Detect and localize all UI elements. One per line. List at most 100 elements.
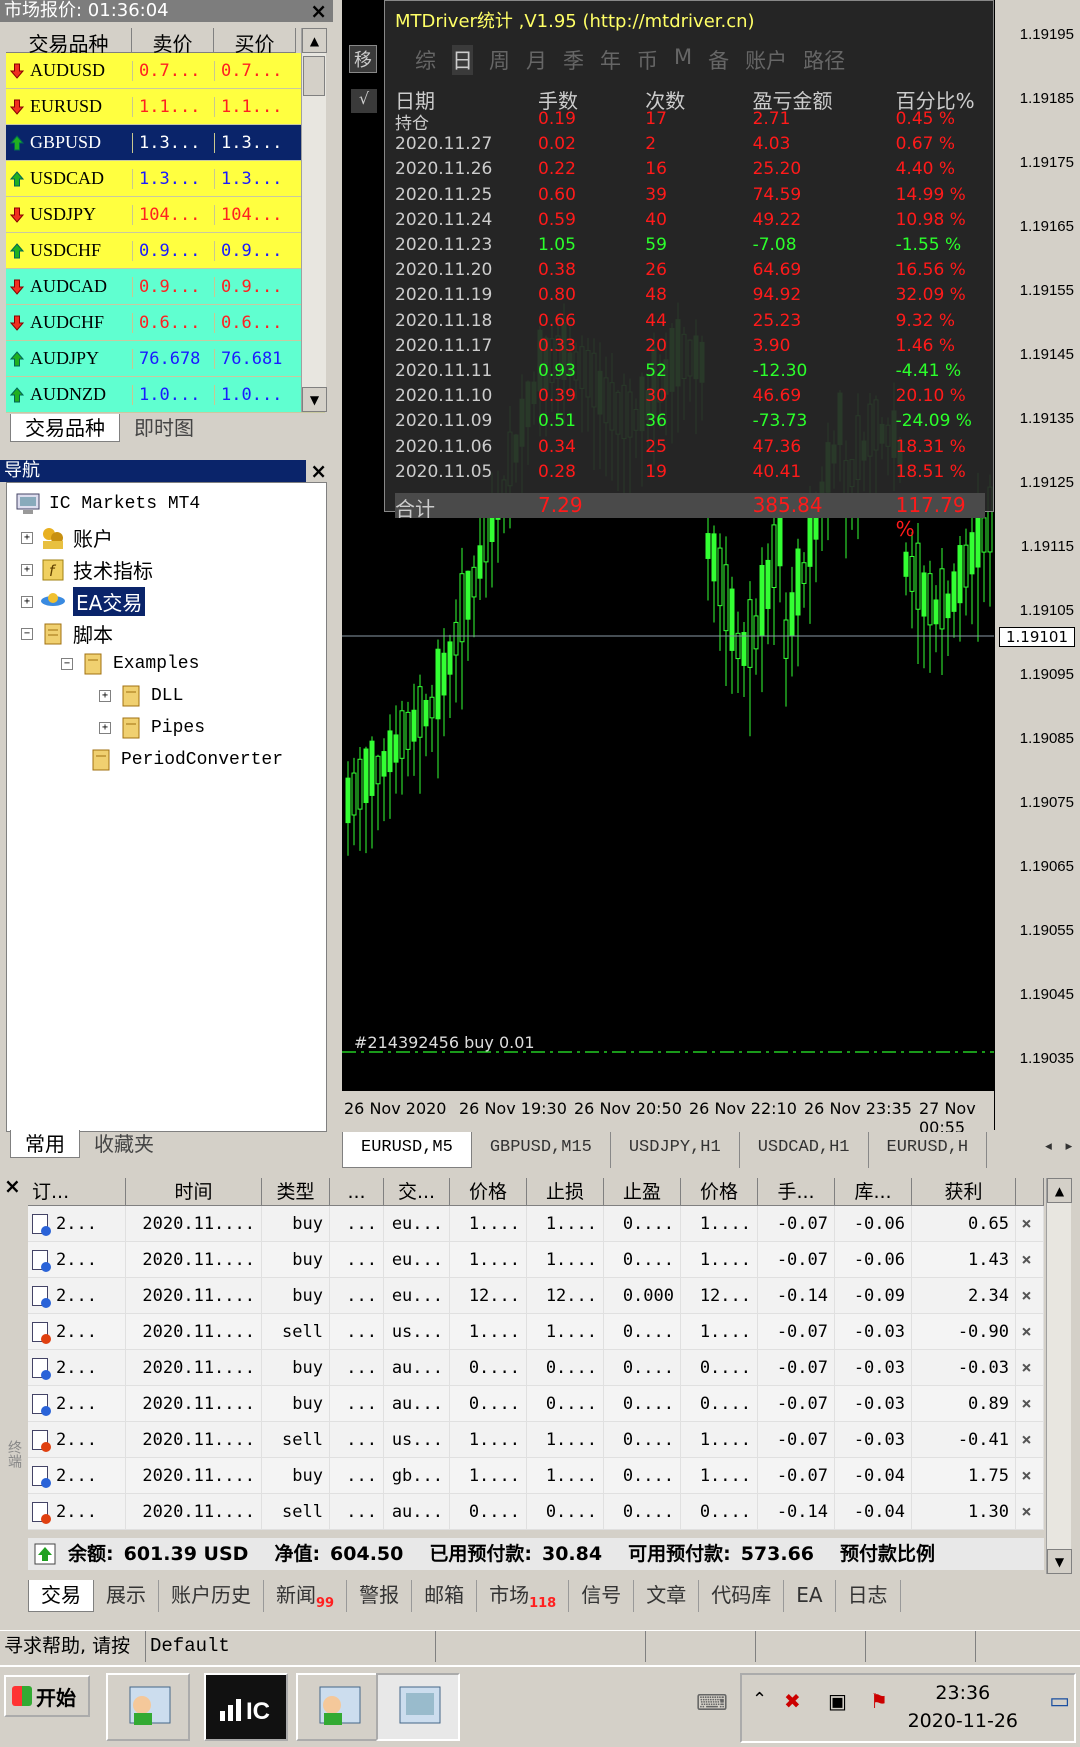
market-watch-row[interactable]: AUDCAD 0.9... 0.9... — [6, 269, 325, 305]
trade-col-header[interactable]: 库... — [835, 1178, 912, 1206]
trade-col-header[interactable]: 交... — [384, 1178, 450, 1206]
close-order-icon[interactable]: × — [1016, 1241, 1044, 1278]
collapse-icon[interactable]: − — [21, 627, 33, 640]
market-watch-row[interactable]: USDJPY 104... 104... — [6, 197, 325, 233]
trade-row[interactable]: 2... 2020.11.... buy... eu... 1.... 1.... 0...… — [28, 1241, 1044, 1278]
trade-col-header[interactable]: 时间 — [126, 1178, 262, 1206]
market-watch-row[interactable]: EURUSD 1.1... 1.1... — [6, 89, 325, 125]
expand-icon[interactable]: + — [21, 531, 33, 544]
tree-item-examples[interactable]: − Examples — [61, 651, 199, 677]
chart-tab[interactable]: USDCAD,H1 — [740, 1132, 869, 1168]
close-order-icon[interactable]: × — [1016, 1493, 1044, 1530]
trade-col-header[interactable]: 订... — [28, 1178, 126, 1206]
close-order-icon[interactable]: × — [1016, 1457, 1044, 1494]
period-tab[interactable]: 账户 — [745, 45, 787, 75]
period-tab[interactable]: 年 — [600, 45, 621, 75]
close-order-icon[interactable]: × — [1016, 1385, 1044, 1422]
period-tab[interactable]: M — [674, 45, 692, 75]
close-icon[interactable]: × — [310, 460, 327, 482]
close-order-icon[interactable]: × — [1016, 1421, 1044, 1458]
trade-col-header[interactable]: 止损 — [527, 1178, 604, 1206]
scroll-thumb[interactable] — [303, 56, 325, 96]
trade-col-header[interactable]: 价格 — [450, 1178, 527, 1206]
tree-item-expert-advisors[interactable]: + EA交易 — [21, 587, 146, 616]
market-watch-row[interactable]: USDCHF 0.9... 0.9... — [6, 233, 325, 269]
market-watch-row[interactable]: AUDCHF 0.6... 0.6... — [6, 305, 325, 341]
tree-item-period-converter[interactable]: PeriodConverter — [87, 747, 283, 773]
move-button[interactable]: 移 — [349, 45, 377, 73]
trade-col-header[interactable]: 止盈 — [604, 1178, 681, 1206]
scroll-up-icon[interactable]: ▲ — [302, 28, 327, 53]
period-tab[interactable]: 季 — [563, 45, 584, 75]
tab-common[interactable]: 常用 — [10, 1130, 80, 1158]
terminal-tab[interactable]: 展示 — [94, 1580, 159, 1612]
terminal-tab[interactable]: 市场118 — [477, 1580, 570, 1612]
terminal-tab[interactable]: EA — [784, 1580, 836, 1612]
market-watch-row[interactable]: AUDJPY 76.678 76.681 — [6, 341, 325, 377]
period-tab[interactable]: 备 — [708, 45, 729, 75]
expand-icon[interactable]: + — [99, 690, 111, 702]
terminal-tab[interactable]: 账户历史 — [159, 1580, 264, 1612]
period-tab[interactable]: 综 — [415, 45, 436, 75]
trade-col-header[interactable]: 获利 — [912, 1178, 1016, 1206]
trade-row[interactable]: 2... 2020.11.... buy... eu... 12... 12... 0.00… — [28, 1277, 1044, 1314]
keyboard-icon[interactable]: ⌨ — [696, 1691, 728, 1716]
trade-col-header[interactable]: 类型 — [262, 1178, 330, 1206]
period-tab[interactable]: 日 — [452, 45, 473, 75]
terminal-tab[interactable]: 信号 — [569, 1580, 635, 1612]
trade-row[interactable]: 2... 2020.11.... buy... gb... 1.... 1.... 0...… — [28, 1457, 1044, 1494]
volume-muted-icon[interactable]: ✖ — [784, 1689, 801, 1713]
terminal-scrollbar[interactable]: ▲ ▼ — [1046, 1178, 1072, 1574]
close-icon[interactable]: × — [310, 0, 327, 22]
trade-row[interactable]: 2... 2020.11.... buy... au... 0.... 0.... 0...… — [28, 1349, 1044, 1386]
chart-tab[interactable]: USDJPY,H1 — [611, 1132, 740, 1168]
trade-row[interactable]: 2... 2020.11.... sell... us... 1.... 1.... 0..… — [28, 1421, 1044, 1458]
tree-item-accounts[interactable]: + 账户 — [21, 523, 113, 552]
network-icon[interactable]: ▣ — [828, 1689, 847, 1713]
trade-col-header[interactable]: 手... — [758, 1178, 835, 1206]
scroll-down-icon[interactable]: ▼ — [302, 387, 327, 412]
trade-col-header[interactable]: 价格 — [681, 1178, 758, 1206]
clock[interactable]: 23:36 2020-11-26 — [908, 1679, 1018, 1735]
check-button[interactable]: √ — [351, 89, 377, 113]
terminal-tab[interactable]: 代码库 — [699, 1580, 785, 1612]
market-watch-row[interactable]: AUDNZD 1.0... 1.0... — [6, 377, 325, 413]
chart-tab[interactable]: EURUSD,H — [869, 1132, 988, 1168]
terminal-tab[interactable]: 交易 — [28, 1580, 94, 1612]
period-tab[interactable]: 路径 — [803, 45, 845, 75]
col-symbol[interactable]: 交易品种 — [6, 28, 132, 56]
tree-item-scripts[interactable]: − 脚本 — [21, 619, 113, 648]
period-tab[interactable]: 周 — [489, 45, 510, 75]
expand-icon[interactable]: + — [21, 563, 33, 576]
tab-favorites[interactable]: 收藏夹 — [80, 1130, 168, 1158]
scroll-down-icon[interactable]: ▼ — [1047, 1549, 1072, 1574]
taskbar-app-ic[interactable]: IC — [204, 1673, 288, 1741]
col-bid[interactable]: 卖价 — [132, 28, 214, 56]
period-tab[interactable]: 币 — [637, 45, 658, 75]
tab-tick-chart[interactable]: 即时图 — [120, 414, 208, 442]
expand-icon[interactable]: + — [99, 722, 111, 734]
market-watch-row[interactable]: AUDUSD 0.7... 0.7... — [6, 53, 325, 89]
taskbar-app-mt4-3[interactable] — [376, 1673, 460, 1741]
terminal-tab[interactable]: 新闻99 — [264, 1580, 348, 1612]
trade-row[interactable]: 2... 2020.11.... sell... au... 0.... 0.... 0..… — [28, 1493, 1044, 1530]
tab-scroll-arrows-icon[interactable]: ◂ ▸ — [1037, 1132, 1080, 1168]
trade-col-header[interactable]: ... — [330, 1178, 384, 1206]
trade-row[interactable]: 2... 2020.11.... buy... eu... 1.... 1.... 0...… — [28, 1205, 1044, 1242]
taskbar-app-mt4-2[interactable] — [296, 1673, 380, 1741]
taskbar-app-mt4-1[interactable] — [106, 1673, 190, 1741]
tray-expand-icon[interactable]: ⌃ — [752, 1689, 767, 1710]
col-ask[interactable]: 买价 — [214, 28, 296, 56]
market-watch-row[interactable]: USDCAD 1.3... 1.3... — [6, 161, 325, 197]
close-order-icon[interactable]: × — [1016, 1313, 1044, 1350]
market-watch-row[interactable]: GBPUSD 1.3... 1.3... — [6, 125, 325, 161]
period-tab[interactable]: 月 — [526, 45, 547, 75]
market-watch-scrollbar[interactable]: ▲ ▼ — [301, 28, 327, 412]
close-order-icon[interactable]: × — [1016, 1205, 1044, 1242]
tree-item-dll[interactable]: + DLL — [99, 683, 183, 709]
terminal-tab[interactable]: 警报 — [347, 1580, 413, 1612]
close-order-icon[interactable]: × — [1016, 1349, 1044, 1386]
tree-root[interactable]: IC Markets MT4 — [15, 491, 200, 517]
close-order-icon[interactable]: × — [1016, 1277, 1044, 1314]
security-alert-icon[interactable]: ⚑ — [870, 1689, 888, 1713]
